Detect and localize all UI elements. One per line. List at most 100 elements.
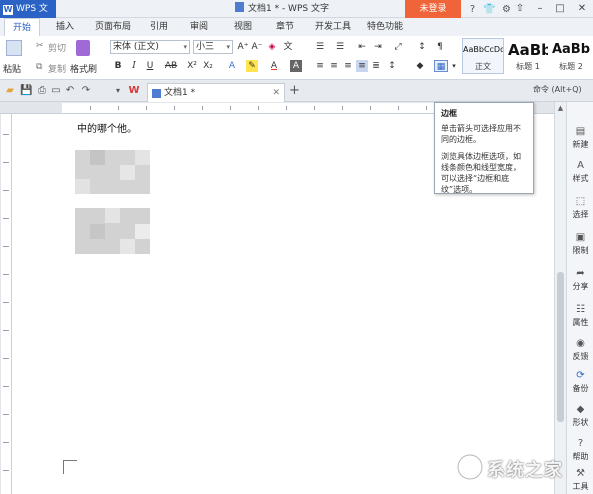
font-size-select[interactable]: 小三 ▾ bbox=[193, 40, 233, 54]
watermark-logo-icon bbox=[456, 453, 484, 481]
shading-icon[interactable]: ◆ bbox=[414, 60, 426, 72]
sort-icon[interactable]: ↕ bbox=[416, 41, 428, 53]
paste-icon[interactable] bbox=[6, 40, 22, 56]
format-painter-button[interactable]: 格式刷 bbox=[70, 62, 97, 75]
align-center-icon[interactable]: ≡ bbox=[328, 60, 340, 72]
print-icon[interactable]: ⎙ bbox=[36, 85, 48, 97]
copy-button[interactable]: 复制 bbox=[48, 62, 66, 75]
vertical-scrollbar[interactable]: ▲ bbox=[554, 102, 566, 494]
side-style-button[interactable]: A 样式 bbox=[567, 160, 593, 184]
tab-review[interactable]: 审阅 bbox=[184, 18, 214, 36]
decrease-indent-icon[interactable]: ⇤ bbox=[356, 41, 368, 53]
text-direction-icon[interactable]: ⤢ bbox=[392, 41, 404, 53]
command-search[interactable]: 命令 (Alt+Q) bbox=[533, 84, 582, 95]
scroll-up-icon[interactable]: ▲ bbox=[555, 104, 566, 112]
increase-indent-icon[interactable]: ⇥ bbox=[372, 41, 384, 53]
document-icon bbox=[152, 89, 161, 98]
style-heading-2[interactable]: AaBb 标题 2 bbox=[550, 38, 592, 74]
quick-access-bar: ▰ 💾 ⎙ ▭ ↶ ↷ ▾ W 文档1 * ✕ + bbox=[0, 81, 593, 102]
redo-icon[interactable]: ↷ bbox=[80, 85, 92, 97]
clear-format-icon[interactable]: ◈ bbox=[266, 41, 278, 53]
qa-dropdown-icon[interactable]: ▾ bbox=[112, 85, 124, 97]
upload-icon[interactable]: ⇧ bbox=[510, 0, 530, 18]
grow-font-icon[interactable]: A⁺ bbox=[237, 41, 249, 53]
maximize-button[interactable]: □ bbox=[550, 0, 570, 18]
bullet-list-icon[interactable]: ☰ bbox=[314, 41, 326, 53]
side-new-button[interactable]: ▤ 新建 bbox=[567, 126, 593, 150]
style-name: 标题 2 bbox=[559, 62, 583, 71]
site-watermark: 系统之家 bbox=[455, 448, 585, 488]
watermark-text: 系统之家 bbox=[487, 460, 563, 481]
italic-button[interactable]: I bbox=[128, 60, 140, 72]
tab-developer[interactable]: 开发工具 bbox=[310, 18, 356, 36]
scrollbar-thumb[interactable] bbox=[557, 272, 564, 422]
subscript-button[interactable]: X₂ bbox=[202, 60, 214, 72]
tooltip-text: 单击箭头可选择应用不同的边框。 bbox=[441, 124, 521, 144]
align-left-icon[interactable]: ≡ bbox=[314, 60, 326, 72]
new-tab-icon[interactable]: + bbox=[289, 84, 300, 98]
tab-insert[interactable]: 插入 bbox=[48, 18, 82, 36]
paste-button[interactable]: 粘贴 bbox=[3, 62, 21, 75]
cut-icon[interactable]: ✂ bbox=[36, 41, 44, 51]
ribbon-home: 粘贴 ✂ 剪切 ⧉ 复制 格式刷 宋体 (正文) ▾ 小三 ▾ A⁺ A⁻ ◈ 文 … bbox=[0, 36, 593, 80]
highlight-icon[interactable]: ✎ bbox=[246, 60, 258, 72]
numbered-list-icon[interactable]: ☰ bbox=[334, 41, 346, 53]
side-share-button[interactable]: ➦ 分享 bbox=[567, 268, 593, 292]
side-restrict-button[interactable]: ▣ 限制 bbox=[567, 232, 593, 256]
close-tab-icon[interactable]: ✕ bbox=[272, 84, 280, 102]
align-right-icon[interactable]: ≡ bbox=[342, 60, 354, 72]
strikethrough-button[interactable]: AB bbox=[162, 60, 180, 72]
tab-home[interactable]: 开始 bbox=[4, 18, 40, 36]
underline-button[interactable]: U bbox=[144, 60, 156, 72]
chevron-down-icon: ▾ bbox=[226, 43, 230, 51]
tab-references[interactable]: 引用 bbox=[144, 18, 174, 36]
vertical-ruler[interactable] bbox=[0, 114, 12, 494]
save-icon[interactable]: 💾 bbox=[20, 85, 32, 97]
side-feedback-button[interactable]: ◉ 反馈 bbox=[567, 338, 593, 362]
shrink-font-icon[interactable]: A⁻ bbox=[251, 41, 263, 53]
tab-page-layout[interactable]: 页面布局 bbox=[90, 18, 136, 36]
tab-features[interactable]: 特色功能 bbox=[362, 18, 408, 36]
format-painter-icon[interactable] bbox=[76, 40, 90, 56]
side-shape-button[interactable]: ◆ 形状 bbox=[567, 404, 593, 428]
close-button[interactable]: ✕ bbox=[572, 0, 592, 18]
distribute-icon[interactable]: ≣ bbox=[370, 60, 382, 72]
char-shading-icon[interactable]: A bbox=[290, 60, 302, 72]
login-button[interactable]: 未登录 bbox=[405, 0, 461, 18]
document-tab-title: 文档1 * bbox=[164, 88, 196, 98]
border-dropdown-icon[interactable]: ▾ bbox=[448, 60, 460, 72]
skin-icon[interactable]: 👕 bbox=[483, 3, 496, 16]
wps-home-icon[interactable]: W bbox=[128, 85, 140, 97]
copy-icon[interactable]: ⧉ bbox=[36, 62, 42, 72]
line-spacing-icon[interactable]: ↕ bbox=[386, 60, 398, 72]
justify-icon[interactable]: ≡ bbox=[356, 60, 368, 72]
style-normal[interactable]: AaBbCcDd 正文 bbox=[462, 38, 504, 74]
undo-icon[interactable]: ↶ bbox=[64, 85, 76, 97]
tab-section[interactable]: 章节 bbox=[270, 18, 300, 36]
open-folder-icon[interactable]: ▰ bbox=[4, 85, 16, 97]
bold-button[interactable]: B bbox=[112, 60, 124, 72]
page-corner-mark bbox=[63, 460, 77, 474]
tooltip-title: 边框 bbox=[441, 109, 457, 118]
border-icon[interactable]: ▦ bbox=[434, 60, 448, 72]
side-properties-button[interactable]: ☷ 属性 bbox=[567, 304, 593, 328]
print-preview-icon[interactable]: ▭ bbox=[50, 85, 62, 97]
superscript-button[interactable]: X² bbox=[186, 60, 198, 72]
font-name-select[interactable]: 宋体 (正文) ▾ bbox=[110, 40, 190, 54]
minimize-button[interactable]: – bbox=[530, 0, 550, 18]
side-select-button[interactable]: ⬚ 选择 bbox=[567, 196, 593, 220]
show-marks-icon[interactable]: ¶ bbox=[434, 41, 446, 53]
document-tab[interactable]: 文档1 * ✕ bbox=[147, 83, 285, 102]
style-heading-1[interactable]: AaBb 标题 1 bbox=[507, 38, 549, 74]
pinyin-icon[interactable]: 文 bbox=[282, 41, 294, 53]
document-text: 中的哪个他。 bbox=[77, 124, 137, 135]
tab-view[interactable]: 视图 bbox=[228, 18, 258, 36]
text-effect-icon[interactable]: A bbox=[226, 60, 238, 72]
help-icon[interactable]: ? bbox=[466, 3, 479, 16]
side-backup-button[interactable]: ⟳ 备份 bbox=[567, 370, 593, 394]
lock-icon: ▣ bbox=[575, 232, 586, 243]
cut-button[interactable]: 剪切 bbox=[48, 41, 66, 54]
font-color-icon[interactable]: A bbox=[268, 60, 280, 72]
app-menu-button[interactable]: WWPS 文字▾ bbox=[0, 0, 56, 32]
share-icon: ➦ bbox=[576, 268, 585, 279]
